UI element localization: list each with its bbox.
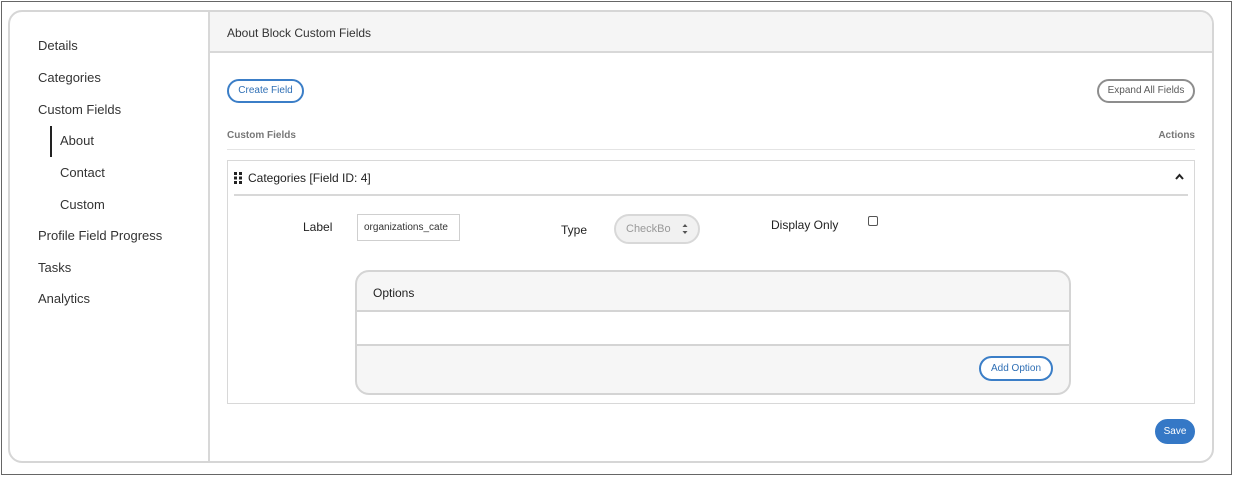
options-card: Options Add Option — [355, 270, 1071, 395]
options-list — [357, 312, 1069, 346]
sort-arrows-icon — [682, 216, 688, 252]
active-indicator — [50, 126, 52, 157]
page-title: About Block Custom Fields — [227, 26, 372, 40]
type-select-value: CheckBo — [626, 223, 671, 235]
main-content: About Block Custom Fields Create Field E… — [210, 12, 1212, 461]
expand-all-fields-button[interactable]: Expand All Fields — [1097, 79, 1195, 103]
sidebar-item-tasks[interactable]: Tasks — [38, 260, 71, 275]
type-caption: Type — [561, 223, 588, 237]
sidebar: Details Categories Custom Fields About C… — [10, 12, 210, 461]
add-option-button[interactable]: Add Option — [979, 356, 1053, 381]
options-header: Options — [357, 272, 1069, 312]
divider — [227, 149, 1195, 150]
save-button[interactable]: Save — [1155, 419, 1195, 444]
app-card: Details Categories Custom Fields About C… — [8, 10, 1214, 463]
sidebar-item-categories[interactable]: Categories — [38, 70, 101, 85]
create-field-button[interactable]: Create Field — [227, 79, 304, 103]
sidebar-subitem-contact[interactable]: Contact — [60, 165, 105, 180]
sidebar-subitem-about[interactable]: About — [60, 133, 94, 148]
column-header-custom-fields: Custom Fields — [227, 130, 296, 141]
drag-handle-icon[interactable] — [234, 171, 243, 184]
label-caption: Label — [303, 220, 333, 234]
main-header: About Block Custom Fields — [210, 12, 1212, 53]
custom-field-panel: Categories [Field ID: 4] Label Type Chec… — [227, 160, 1195, 404]
chevron-up-icon[interactable] — [1175, 171, 1184, 183]
field-panel-header[interactable]: Categories [Field ID: 4] — [234, 161, 1188, 196]
label-input[interactable] — [357, 214, 460, 241]
display-only-caption: Display Only — [771, 218, 839, 232]
sidebar-item-custom-fields[interactable]: Custom Fields — [38, 102, 121, 117]
column-header-actions: Actions — [1158, 130, 1195, 141]
sidebar-item-details[interactable]: Details — [38, 38, 78, 53]
sidebar-subitem-custom[interactable]: Custom — [60, 197, 105, 212]
type-select[interactable]: CheckBo — [614, 214, 700, 244]
display-only-checkbox[interactable] — [868, 216, 878, 226]
sidebar-item-analytics[interactable]: Analytics — [38, 291, 90, 306]
field-title: Categories [Field ID: 4] — [248, 171, 371, 185]
sidebar-item-profile-field-progress[interactable]: Profile Field Progress — [38, 228, 162, 243]
options-title: Options — [373, 286, 415, 300]
